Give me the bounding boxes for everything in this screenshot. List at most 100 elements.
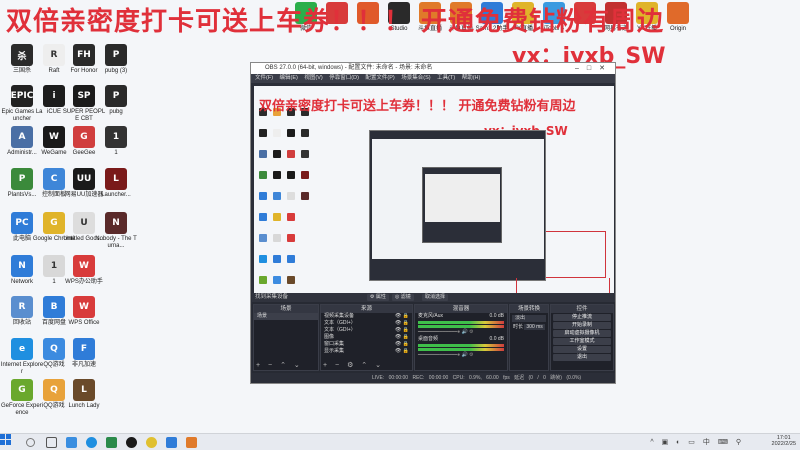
taskbar: ^ ▣ ◐ ▭ 中 ⌨ ⚲ 17:01 2022/2/25 — [0, 433, 800, 450]
controls-panel-title: 控件 — [551, 305, 613, 313]
desktop-icon[interactable]: 11 — [94, 126, 138, 157]
preview-app-icon — [259, 213, 267, 221]
mixer-track-label: 桌面音频 — [418, 336, 439, 342]
scenes-panel[interactable]: 场景 场景 + − ⌃ ⌄ — [253, 304, 319, 371]
window-controls[interactable]: –□✕ — [575, 63, 613, 74]
desktop-icon-label: WPS Office — [68, 320, 100, 326]
app-icon: U — [73, 212, 95, 234]
desktop-icon-label: pubg (3) — [104, 68, 128, 74]
obs-docks: 找到采集设备 ⚙ 属性 ◎ 滤镜 取消选择 场景 场景 + − ⌃ ⌄ 来源 视… — [252, 293, 615, 373]
scene-item[interactable]: 场景 — [254, 313, 318, 320]
source-item-label: 文本（GDI+） — [324, 327, 356, 333]
preview-app-icon — [287, 255, 295, 263]
desktop-icon[interactable]: W WPS办公助手 — [62, 255, 106, 286]
visibility-lock-icon[interactable]: 👁 🔒 — [395, 320, 409, 327]
preview-overlay-banner: 双倍亲密度打卡可送上车券！！！ 开通免费钻粉有周边 — [259, 99, 576, 114]
properties-button[interactable]: ⚙ 属性 — [367, 294, 389, 301]
mixer-panel[interactable]: 混音器 麦克风/Aux 0.0 dB ━━━━━━━━━━━━━● 🔊 ⚙ 桌面音… — [414, 304, 508, 371]
app-icon: P — [105, 85, 127, 107]
transitions-panel[interactable]: 场景转换 淡出 时长 300 ms — [509, 304, 549, 371]
app-icon: UU — [73, 168, 95, 190]
app-icon[interactable] — [166, 437, 177, 448]
transition-select[interactable]: 淡出 — [512, 315, 546, 322]
app-icon[interactable] — [106, 437, 117, 448]
desktop-icon[interactable]: N Nobody - The Turna... — [94, 212, 138, 250]
desktop-icon[interactable]: F 非凡加速 — [62, 338, 106, 369]
app-icon: G — [73, 126, 95, 148]
visibility-lock-icon[interactable]: 👁 🔒 — [395, 313, 409, 320]
preview-app-icon — [287, 192, 295, 200]
obs-taskbar-icon[interactable] — [126, 437, 137, 448]
preview-app-icon — [301, 192, 309, 200]
scenes-panel-title: 场景 — [254, 305, 318, 313]
clock[interactable]: 17:01 2022/2/25 — [772, 435, 796, 447]
preview-nested-obs — [369, 130, 546, 281]
mixer-panel-title: 混音器 — [415, 305, 507, 313]
preview-nested-obs-inner — [422, 167, 502, 243]
preview-app-icon — [287, 129, 295, 137]
task-view-icon[interactable] — [46, 437, 57, 448]
file-explorer-icon[interactable] — [66, 437, 77, 448]
search-icon[interactable] — [26, 438, 35, 447]
windows-start-icon[interactable] — [0, 434, 11, 445]
visibility-lock-icon[interactable]: 👁 🔒 — [395, 327, 409, 334]
desktop-icon[interactable]: L Lunch Lady — [62, 379, 106, 410]
obs-title: OBS 27.0.0 (64-bit, windows) - 配置文件: 未命名… — [265, 65, 433, 71]
duration-input[interactable]: 300 ms — [524, 324, 545, 330]
app-icon: F — [73, 338, 95, 360]
edge-icon[interactable] — [86, 437, 97, 448]
preview-app-icon — [273, 255, 281, 263]
audio-meter — [418, 321, 504, 324]
volume-slider[interactable]: ━━━━━━━━━━━━━● 🔊 ⚙ — [415, 329, 507, 336]
obs-window[interactable]: OBS 27.0.0 (64-bit, windows) - 配置文件: 未命名… — [250, 62, 616, 384]
volume-slider[interactable]: ━━━━━━━━━━━━━● 🔊 ⚙ — [415, 352, 507, 359]
preview-app-icon — [259, 129, 267, 137]
app-icon: e — [11, 338, 33, 360]
control-button[interactable]: 开始录制 — [553, 322, 611, 329]
source-item[interactable]: 窗口采集 👁 🔒 — [321, 341, 412, 348]
desktop-icon[interactable]: L Launcher... — [94, 168, 138, 199]
app-icon[interactable] — [146, 437, 157, 448]
source-item-label: 视频采集设备 — [324, 313, 355, 319]
obs-titlebar[interactable]: OBS 27.0.0 (64-bit, windows) - 配置文件: 未命名… — [251, 63, 615, 74]
source-item[interactable]: 显示采集 👁 🔒 — [321, 348, 412, 355]
deselect-button[interactable]: 取消选择 — [422, 294, 449, 301]
sources-panel[interactable]: 来源 视频采集设备 👁 🔒 文本（GDI+） 👁 🔒 文本（GDI+） 👁 🔒 图像 👁 🔒 窗… — [320, 304, 413, 371]
source-item[interactable]: 文本（GDI+） 👁 🔒 — [321, 320, 412, 327]
preview-app-icon — [273, 129, 281, 137]
desktop-icon-label: pubg — [109, 109, 123, 115]
visibility-lock-icon[interactable]: 👁 🔒 — [395, 341, 409, 348]
visibility-lock-icon[interactable]: 👁 🔒 — [395, 334, 409, 341]
controls-panel[interactable]: 控件 停止推流 开始录制 启动虚拟摄像机 工作室模式 设置 退出 — [550, 304, 614, 371]
system-tray[interactable]: ^ ▣ ◐ ▭ 中 ⌨ ⚲ — [650, 437, 744, 447]
source-item[interactable]: 图像 👁 🔒 — [321, 334, 412, 341]
filters-button[interactable]: ◎ 滤镜 — [392, 294, 414, 301]
scene-toolbar[interactable]: + − ⌃ ⌄ — [256, 361, 303, 369]
audio-meter — [418, 325, 504, 328]
preview-app-icon — [259, 150, 267, 158]
desktop-icon[interactable]: Ppubg (3) — [94, 44, 138, 75]
control-button[interactable]: 工作室模式 — [553, 338, 611, 345]
source-item-label: 图像 — [324, 334, 335, 340]
control-button[interactable]: 退出 — [553, 354, 611, 361]
preview-app-icon — [259, 192, 267, 200]
control-button[interactable]: 启动虚拟摄像机 — [553, 330, 611, 337]
source-item[interactable]: 文本（GDI+） 👁 🔒 — [321, 327, 412, 334]
source-toolbar-buttons[interactable]: + − ⚙ ⌃ ⌄ — [323, 361, 384, 369]
visibility-lock-icon[interactable]: 👁 🔒 — [395, 348, 409, 355]
preview-app-icon — [301, 150, 309, 158]
app-icon: L — [73, 379, 95, 401]
source-bounding-box[interactable] — [546, 231, 606, 278]
control-button[interactable]: 设置 — [553, 346, 611, 353]
mixer-track-db: 0.0 dB — [489, 336, 504, 342]
app-icon: PC — [11, 212, 33, 234]
control-button[interactable]: 停止推流 — [553, 314, 611, 321]
mixer-track-db: 0.0 dB — [489, 313, 504, 319]
preview-canvas: 双倍亲密度打卡可送上车券！！！ 开通免费钻粉有周边 vx：jyxb_SW — [254, 86, 614, 306]
desktop-icon[interactable]: W WPS Office — [62, 296, 106, 327]
ime-indicator[interactable]: 中 — [703, 439, 713, 446]
desktop-icon[interactable]: Ppubg — [94, 85, 138, 116]
source-item[interactable]: 视频采集设备 👁 🔒 — [321, 313, 412, 320]
app-icon[interactable] — [186, 437, 197, 448]
obs-menubar[interactable]: 文件(F) 编辑(E) 视图(V) 停靠窗口(D) 配置文件(P) 场景集合(S… — [251, 74, 615, 83]
